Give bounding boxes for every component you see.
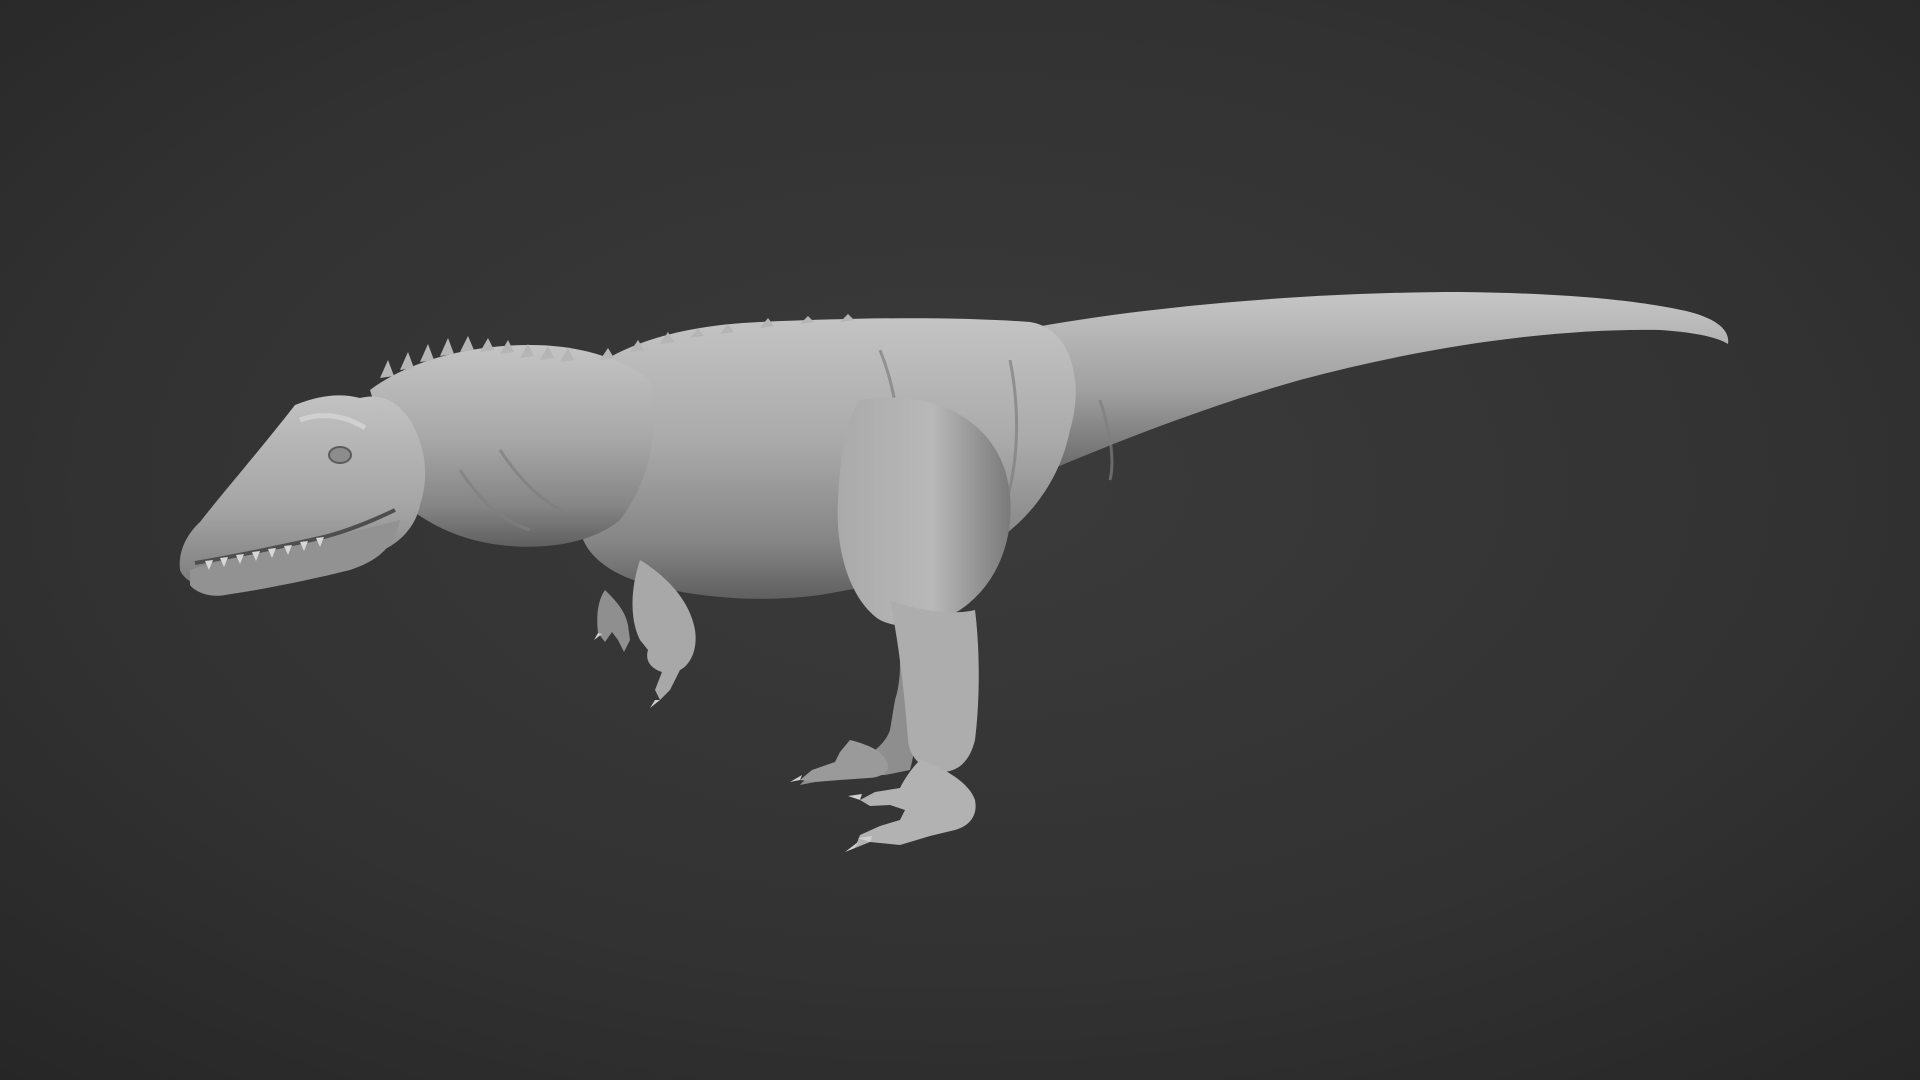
3d-viewport[interactable] (0, 0, 1920, 1080)
viewport-canvas[interactable] (0, 0, 1920, 1080)
eye-icon (328, 446, 352, 464)
